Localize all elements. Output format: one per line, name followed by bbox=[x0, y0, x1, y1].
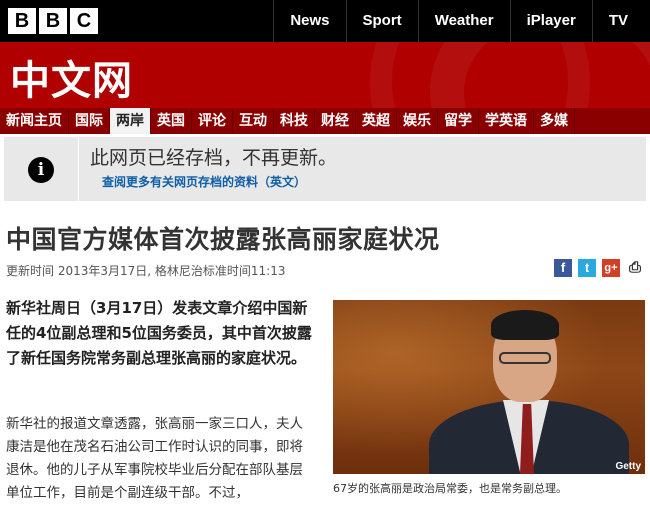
section-tab-tech[interactable]: 科技 bbox=[274, 108, 315, 134]
global-nav: News Sport Weather iPlayer TV bbox=[273, 0, 650, 42]
masthead-swoosh bbox=[370, 42, 590, 108]
section-nav: 新闻主页 国际 两岸 英国 评论 互动 科技 财经 英超 娱乐 留学 学英语 多… bbox=[0, 108, 650, 134]
notice-divider bbox=[78, 137, 79, 201]
nav-sport[interactable]: Sport bbox=[345, 0, 418, 42]
site-title[interactable]: 中文网 bbox=[10, 48, 133, 106]
top-bar: B B C News Sport Weather iPlayer TV bbox=[0, 0, 650, 42]
section-tab-interactive[interactable]: 互动 bbox=[233, 108, 274, 134]
section-tab-learn-english[interactable]: 学英语 bbox=[479, 108, 534, 134]
section-tab-study-abroad[interactable]: 留学 bbox=[438, 108, 479, 134]
bbc-logo-letter: B bbox=[39, 8, 67, 34]
section-tab-cross-strait[interactable]: 两岸 bbox=[110, 108, 151, 134]
bbc-logo[interactable]: B B C bbox=[8, 8, 98, 34]
share-tools: f t g+ ⎙ bbox=[554, 259, 644, 277]
section-tab-entertainment[interactable]: 娱乐 bbox=[397, 108, 438, 134]
article-body: 新华社的报道文章透露，张高丽一家三口人，夫人康洁是他在茂名石油公司工作时认识的同… bbox=[6, 416, 303, 501]
article-lead: 新华社周日（3月17日）发表文章介绍中国新任的4位副总理和5位国务委员，其中首次… bbox=[6, 299, 312, 367]
photo-credit: Getty bbox=[615, 461, 641, 472]
section-tab-finance[interactable]: 财经 bbox=[315, 108, 356, 134]
archive-message: 此网页已经存档，不再更新。 bbox=[90, 147, 338, 169]
nav-iplayer[interactable]: iPlayer bbox=[509, 0, 592, 42]
bbc-logo-letter: B bbox=[8, 8, 36, 34]
google-plus-icon[interactable]: g+ bbox=[602, 259, 620, 277]
section-tab-multimedia[interactable]: 多媒 bbox=[534, 108, 575, 134]
twitter-icon[interactable]: t bbox=[578, 259, 596, 277]
nav-news[interactable]: News bbox=[273, 0, 345, 42]
article-headline: 中国官方媒体首次披露张高丽家庭状况 bbox=[6, 225, 440, 254]
section-tab-commentary[interactable]: 评论 bbox=[192, 108, 233, 134]
photo-glasses bbox=[499, 352, 551, 364]
masthead: 中文网 bbox=[0, 42, 650, 108]
section-tab-home[interactable]: 新闻主页 bbox=[0, 108, 69, 134]
article-dateline: 更新时间 2013年3月17日, 格林尼治标准时间11:13 bbox=[6, 264, 286, 278]
bbc-logo-letter: C bbox=[70, 8, 98, 34]
photo-hair bbox=[491, 310, 559, 340]
section-tab-international[interactable]: 国际 bbox=[69, 108, 110, 134]
facebook-icon[interactable]: f bbox=[554, 259, 572, 277]
nav-tv[interactable]: TV bbox=[591, 0, 650, 42]
nav-weather[interactable]: Weather bbox=[417, 0, 510, 42]
info-icon: i bbox=[28, 157, 54, 183]
section-tab-premier-league[interactable]: 英超 bbox=[356, 108, 397, 134]
archive-notice: i 此网页已经存档，不再更新。 查阅更多有关网页存档的资料（英文） bbox=[4, 137, 646, 201]
article-photo: Getty bbox=[333, 300, 645, 474]
print-icon[interactable]: ⎙ bbox=[626, 259, 644, 277]
photo-caption: 67岁的张高丽是政治局常委，也是常务副总理。 bbox=[333, 482, 567, 495]
archive-info-link[interactable]: 查阅更多有关网页存档的资料（英文） bbox=[102, 173, 306, 190]
section-tab-uk[interactable]: 英国 bbox=[151, 108, 192, 134]
